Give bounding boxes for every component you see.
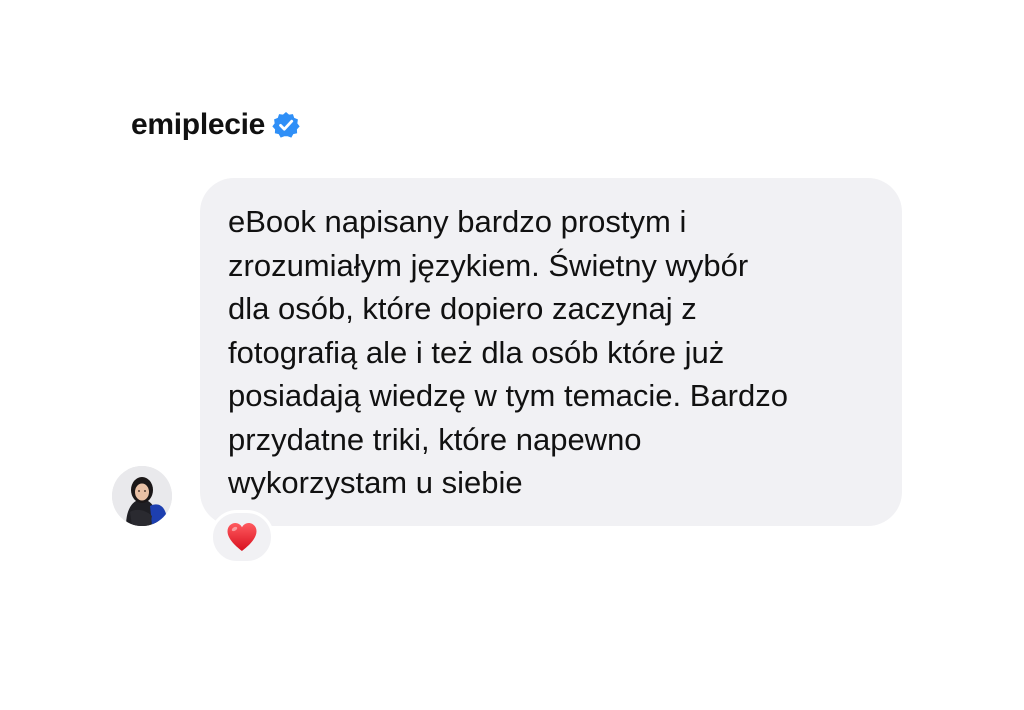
message-text: eBook napisany bardzo prostym i zrozumia… (228, 204, 788, 500)
reaction-badge[interactable] (210, 510, 274, 564)
sender-avatar[interactable] (112, 466, 172, 526)
message-bubble[interactable]: eBook napisany bardzo prostym i zrozumia… (200, 178, 902, 526)
red-heart-icon (227, 523, 257, 551)
username[interactable]: emiplecie (131, 108, 265, 142)
verified-badge-icon (272, 112, 300, 138)
conversation-header: emiplecie (131, 108, 300, 142)
dm-thread: emiplecie eBook napisany bardzo prostym … (0, 0, 1024, 710)
avatar-photo (112, 466, 172, 526)
